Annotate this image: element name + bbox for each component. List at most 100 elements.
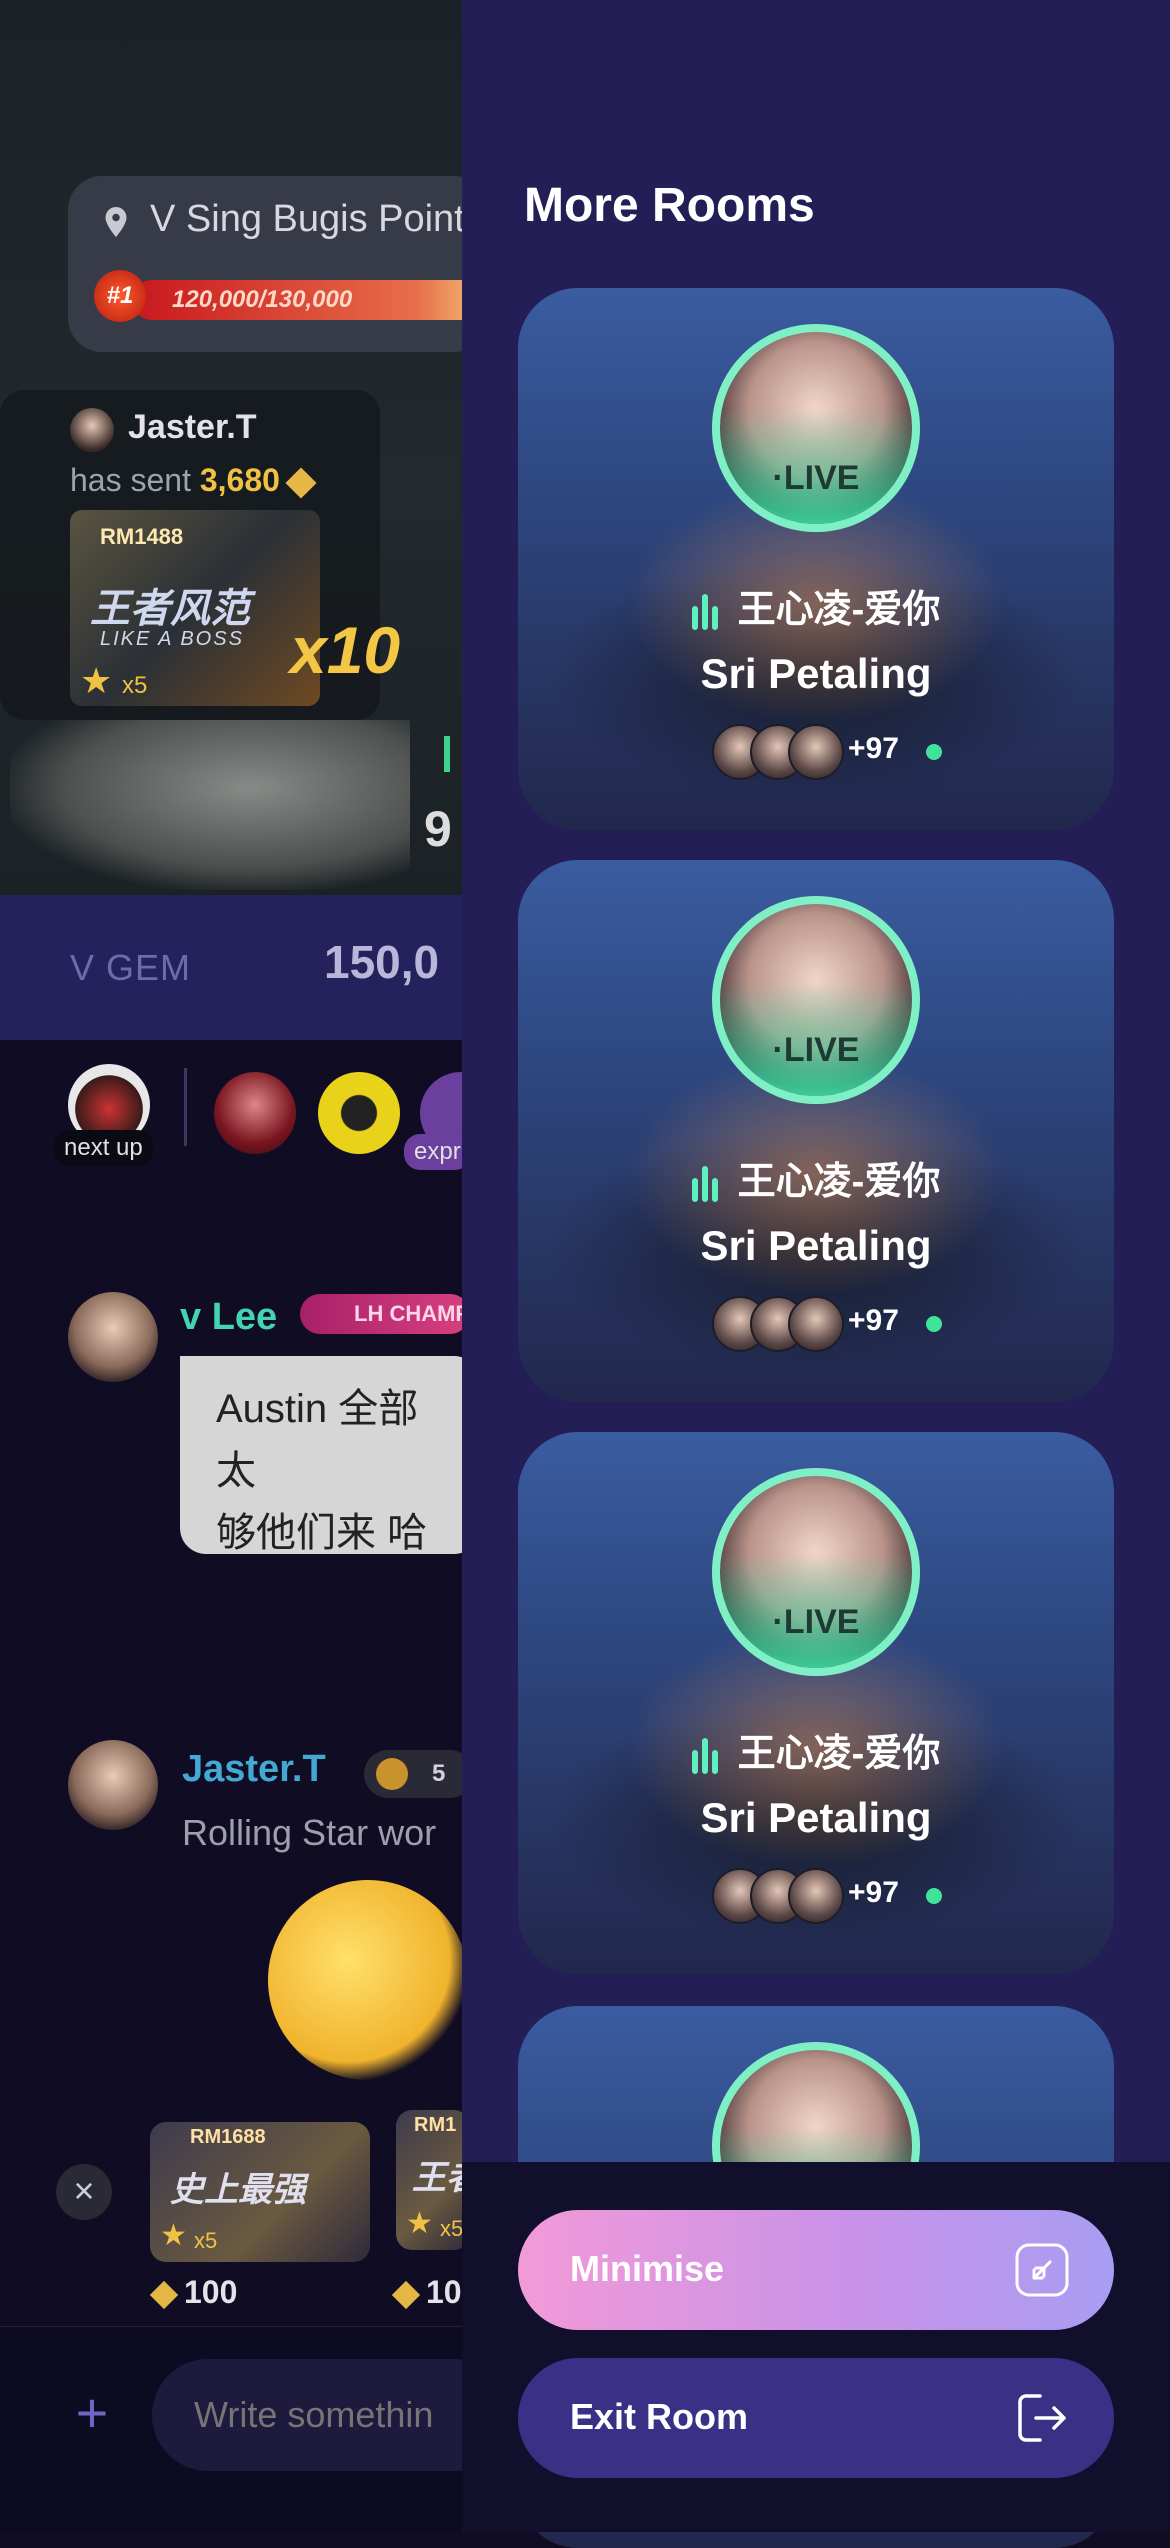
chat-input-bar: +	[0, 2326, 512, 2533]
fire-rank-icon: #1	[94, 270, 146, 322]
singer-queue: next up expr	[0, 1040, 502, 1200]
sound-wave-icon	[444, 736, 450, 772]
champion-badge: LH CHAMPI	[300, 1294, 470, 1334]
host-row: 王心凌-爱你	[518, 1150, 1114, 1205]
minimise-label: Minimise	[570, 2248, 725, 2289]
gift-title: 史上最强	[170, 2171, 306, 2209]
location-pill[interactable]: V Sing Bugis Point 120,000/130,000 #1	[68, 176, 488, 352]
gift-star-count: x5	[122, 672, 148, 699]
gift-price-value: 100	[184, 2274, 238, 2310]
gift-title: 王者风范	[90, 587, 250, 631]
level-value: 5	[432, 1760, 446, 1787]
drawer-footer: Minimise Exit Room	[462, 2162, 1170, 2532]
express-label: expr	[404, 1134, 471, 1170]
sound-wave-icon	[691, 1165, 722, 1202]
gift-sender-name: Jaster.T	[128, 408, 257, 446]
host-name: 王心凌-爱你	[737, 589, 941, 631]
plus-icon[interactable]: +	[70, 2385, 114, 2441]
queue-avatar[interactable]	[318, 1072, 400, 1154]
gift-star-count: x5	[440, 2216, 464, 2241]
minimise-button[interactable]: Minimise	[518, 2210, 1114, 2330]
gift-price: 100	[149, 2274, 238, 2311]
live-label: ·LIVE	[772, 459, 860, 497]
star-icon: ★	[160, 2219, 187, 2252]
viewer-count: +97	[848, 732, 899, 765]
chat-input[interactable]	[152, 2359, 512, 2471]
avatar[interactable]	[68, 1740, 158, 1830]
room-card[interactable]: ·LIVE 王心凌-爱你 Sri Petaling +97	[518, 860, 1114, 1402]
viewer-avatar	[788, 1868, 844, 1924]
diamond-icon	[391, 2280, 421, 2309]
vgem-value: 150,0	[324, 936, 440, 988]
star-mascot-image	[268, 1880, 468, 2080]
avatar	[70, 408, 114, 452]
host-avatar-live: ·LIVE	[712, 1468, 920, 1676]
diamond-icon	[149, 2280, 179, 2309]
more-rooms-drawer: More Rooms ·LIVE 王心凌-爱你 Sri Petaling +97…	[462, 0, 1170, 2548]
minimise-icon	[1015, 2243, 1069, 2297]
live-label: ·LIVE	[772, 1031, 860, 1069]
next-up-label: next up	[54, 1130, 153, 1166]
host-row: 王心凌-爱你	[518, 578, 1114, 633]
viewer-count: +97	[848, 1304, 899, 1337]
queue-avatar[interactable]	[214, 1072, 296, 1154]
host-name: 王心凌-爱你	[737, 1733, 941, 1775]
vgem-bar: V GEM 150,0	[0, 895, 470, 1040]
gift-star-count: x5	[194, 2228, 218, 2253]
gift-sent-prefix: has sent	[70, 462, 200, 498]
host-name: 王心凌-爱你	[737, 1161, 941, 1203]
host-avatar-live: ·LIVE	[712, 324, 920, 532]
gift-tile[interactable]: RM1688 史上最强 ★ x5	[150, 2122, 370, 2262]
gift-sent-text: has sent 3,680	[70, 462, 317, 499]
room-card[interactable]: ·LIVE 王心凌-爱你 Sri Petaling +97	[518, 1432, 1114, 1974]
room-card[interactable]: ·LIVE 王心凌-爱你 Sri Petaling +97	[518, 288, 1114, 830]
star-icon: ★	[406, 2207, 433, 2240]
host-row: 王心凌-爱你	[518, 1722, 1114, 1777]
room-name: Sri Petaling	[700, 650, 932, 697]
tiger-animation	[10, 720, 410, 890]
exit-icon	[1018, 2394, 1066, 2442]
chat-message: Austin 全部太 够他们来 哈哈	[180, 1356, 480, 1554]
chat-message: Rolling Star wor	[182, 1812, 437, 1853]
close-icon[interactable]: ×	[56, 2164, 112, 2220]
drawer-title: More Rooms	[524, 179, 815, 232]
level-coin-icon	[376, 1758, 408, 1790]
stage-area: V Sing Bugis Point 120,000/130,000 #1 Ja…	[0, 0, 488, 895]
gift-image: RM1488 王者风范 LIKE A BOSS ★ x5	[70, 510, 320, 706]
host-avatar-live: ·LIVE	[712, 896, 920, 1104]
location-name: V Sing Bugis Point	[150, 198, 465, 240]
online-dot	[926, 1316, 942, 1332]
room-progress-bar: 120,000/130,000	[132, 280, 488, 320]
chat-username[interactable]: v Lee	[180, 1296, 277, 1339]
gift-tile[interactable]: RM1 王者 ★ x5	[396, 2110, 480, 2250]
diamond-icon	[285, 466, 317, 499]
room-name: Sri Petaling	[700, 1222, 932, 1269]
live-label: ·LIVE	[772, 1603, 860, 1641]
stage-number: 9	[424, 801, 452, 857]
level-badge: 5	[364, 1750, 474, 1798]
online-dot	[926, 1888, 942, 1904]
gift-price-tag: RM1488	[100, 524, 184, 549]
viewer-avatar	[788, 1296, 844, 1352]
gift-price-tag: RM1	[414, 2114, 457, 2136]
exit-room-button[interactable]: Exit Room	[518, 2358, 1114, 2478]
exit-label: Exit Room	[570, 2396, 749, 2437]
sound-wave-icon	[691, 593, 722, 630]
online-dot	[926, 744, 942, 760]
gift-price: 10	[391, 2274, 462, 2311]
location-pin-icon	[105, 207, 127, 237]
viewer-count: +97	[848, 1876, 899, 1909]
star-icon: ★	[80, 660, 113, 701]
gift-amount: 3,680	[199, 462, 280, 498]
sound-wave-icon	[691, 1737, 722, 1774]
viewer-avatar	[788, 724, 844, 780]
gift-multiplier: x10	[290, 613, 401, 687]
gift-subtitle: LIKE A BOSS	[100, 628, 244, 650]
room-name: Sri Petaling	[700, 1794, 932, 1841]
progress-text: 120,000/130,000	[172, 286, 353, 313]
avatar[interactable]	[68, 1292, 158, 1382]
vgem-label: V GEM	[70, 947, 192, 988]
chat-username[interactable]: Jaster.T	[182, 1748, 326, 1791]
queue-divider	[184, 1068, 187, 1146]
gift-price-value: 10	[426, 2274, 462, 2310]
